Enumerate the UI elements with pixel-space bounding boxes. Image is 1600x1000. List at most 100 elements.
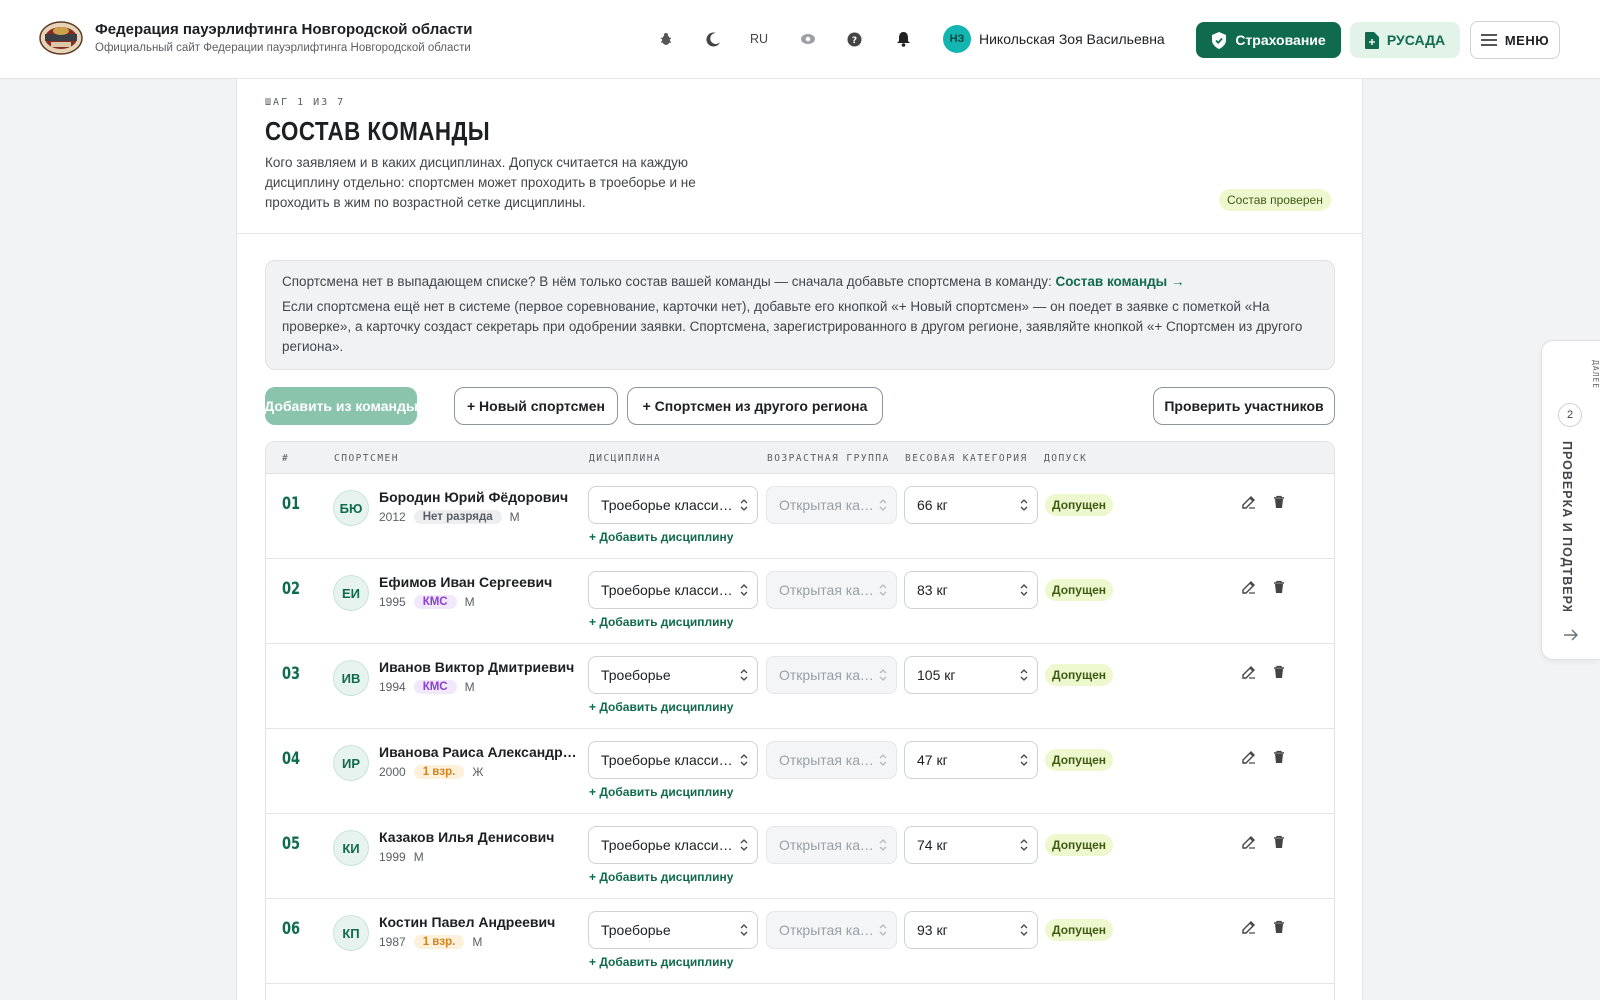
discipline-select[interactable]: Троеборье: [588, 656, 758, 694]
next-step-panel[interactable]: ДАЛЕЕ 2 ПРОВЕРКА И ПОДТВЕРЖДЕНИЕ: [1541, 340, 1600, 660]
bug-icon[interactable]: [655, 28, 677, 50]
help-icon[interactable]: ?: [843, 28, 865, 50]
trash-icon[interactable]: [1271, 494, 1287, 510]
add-discipline-link[interactable]: + Добавить дисциплину: [589, 700, 733, 714]
menu-label: МЕНЮ: [1504, 32, 1550, 48]
table-row: 02 ЕИ Ефимов Иван Сергеевич 1995 КМС М Троебор…: [266, 559, 1334, 644]
document-icon: [1364, 31, 1379, 49]
weight-category-select[interactable]: 83 кг: [904, 571, 1038, 609]
row-number: 04: [282, 749, 301, 769]
edit-icon[interactable]: [1241, 579, 1257, 595]
svg-text:?: ?: [851, 36, 856, 46]
select-chevron-icon: [1020, 669, 1028, 681]
bell-icon[interactable]: [892, 28, 914, 50]
admission-status-badge: Допущен: [1045, 494, 1113, 516]
weight-category-select[interactable]: 66 кг: [904, 486, 1038, 524]
row-number: 02: [282, 579, 301, 599]
add-discipline-link[interactable]: + Добавить дисциплину: [589, 870, 733, 884]
add-discipline-link[interactable]: + Добавить дисциплину: [589, 785, 733, 799]
athlete-birth-year: 1995: [379, 595, 406, 609]
add-from-team-button[interactable]: Добавить из команды: [264, 387, 418, 425]
discipline-value: Троеборье классическое: [601, 497, 733, 513]
discipline-select[interactable]: Троеборье классическое: [588, 826, 758, 864]
trash-icon[interactable]: [1271, 749, 1287, 765]
next-label: ДАЛЕЕ: [1591, 360, 1600, 390]
other-region-athlete-button[interactable]: + Спортсмен из другого региона: [627, 387, 883, 425]
next-step-label: ПРОВЕРКА И ПОДТВЕРЖДЕНИЕ: [1560, 441, 1574, 611]
col-athlete: СПОРТСМЕН: [334, 453, 399, 464]
select-chevron-icon: [879, 584, 887, 596]
check-participants-button[interactable]: Проверить участников: [1153, 387, 1335, 425]
discipline-select[interactable]: Троеборье: [588, 911, 758, 949]
select-chevron-icon: [879, 839, 887, 851]
col-age-group: ВОЗРАСТНАЯ ГРУППА: [767, 453, 890, 464]
info-line-2: Если спортсмена ещё нет в системе (перво…: [282, 299, 1303, 354]
discipline-value: Троеборье классическое: [601, 837, 733, 853]
trash-icon[interactable]: [1271, 664, 1287, 680]
weight-category-select[interactable]: 74 кг: [904, 826, 1038, 864]
age-group-value: Открытая категория: [779, 837, 879, 853]
team-composition-link[interactable]: Состав команды →: [1055, 274, 1184, 289]
discipline-select[interactable]: Троеборье классическое: [588, 486, 758, 524]
weight-category-select[interactable]: 105 кг: [904, 656, 1038, 694]
user-profile[interactable]: НЗ Никольская Зоя Васильевна: [943, 25, 1165, 53]
weight-category-select[interactable]: 93 кг: [904, 911, 1038, 949]
select-chevron-icon: [740, 754, 748, 766]
new-athlete-button[interactable]: + Новый спортсмен: [454, 387, 618, 425]
athlete-avatar: ИР: [333, 745, 369, 781]
athlete-sex: М: [464, 595, 475, 609]
federation-logo[interactable]: [39, 20, 83, 56]
select-chevron-icon: [879, 499, 887, 511]
athlete-sex: Ж: [472, 765, 484, 779]
weight-category-select[interactable]: 47 кг: [904, 741, 1038, 779]
trash-icon[interactable]: [1271, 834, 1287, 850]
insurance-button[interactable]: Страхование: [1196, 22, 1341, 58]
rusada-button[interactable]: РУСАДА: [1350, 22, 1460, 58]
athlete-avatar: КИ: [333, 830, 369, 866]
weight-value: 105 кг: [917, 667, 956, 683]
arrow-right-icon[interactable]: [1563, 628, 1579, 642]
discipline-select[interactable]: Троеборье классическое: [588, 741, 758, 779]
discipline-select[interactable]: Троеборье классическое: [588, 571, 758, 609]
age-group-select: Открытая категория: [766, 571, 897, 609]
select-chevron-icon: [1020, 754, 1028, 766]
admission-status-badge: Допущен: [1045, 664, 1113, 686]
edit-icon[interactable]: [1241, 749, 1257, 765]
trash-icon[interactable]: [1271, 579, 1287, 595]
select-chevron-icon: [740, 669, 748, 681]
athlete-sex: М: [509, 510, 520, 524]
add-discipline-link[interactable]: + Добавить дисциплину: [589, 615, 733, 629]
age-group-select: Открытая категория: [766, 656, 897, 694]
eye-icon[interactable]: [797, 28, 819, 50]
user-avatar: НЗ: [943, 25, 971, 53]
moon-icon[interactable]: [702, 28, 724, 50]
discipline-value: Троеборье классическое: [601, 752, 733, 768]
edit-icon[interactable]: [1241, 494, 1257, 510]
site-title[interactable]: Федерация пауэрлифтинга Новгородской обл…: [95, 21, 472, 38]
add-discipline-link[interactable]: + Добавить дисциплину: [589, 530, 733, 544]
team-composition-card: ШАГ 1 ИЗ 7 СОСТАВ КОМАНДЫ Кого заявляем …: [236, 79, 1363, 1000]
athlete-name: Иванова Раиса Александровна: [379, 744, 579, 760]
athlete-birth-year: 2012: [379, 510, 406, 524]
table-row: 06 КП Костин Павел Андреевич 1987 1 взр. М Тро…: [266, 899, 1334, 984]
col-discipline: ДИСЦИПЛИНА: [589, 453, 662, 464]
athlete-meta: 2012 Нет разряда М: [379, 510, 520, 524]
menu-button[interactable]: МЕНЮ: [1470, 21, 1560, 59]
athlete-name: Бородин Юрий Фёдорович: [379, 489, 569, 505]
edit-icon[interactable]: [1241, 664, 1257, 680]
athlete-rank: Нет разряда: [413, 510, 502, 524]
select-chevron-icon: [879, 924, 887, 936]
add-discipline-link[interactable]: + Добавить дисциплину: [589, 955, 733, 969]
edit-icon[interactable]: [1241, 834, 1257, 850]
trash-icon[interactable]: [1271, 919, 1287, 935]
athlete-birth-year: 1999: [379, 850, 406, 864]
age-group-value: Открытая категория: [779, 922, 879, 938]
edit-icon[interactable]: [1241, 919, 1257, 935]
site-subtitle: Официальный сайт Федерации пауэрлифтинга…: [95, 42, 471, 54]
participants-table: # СПОРТСМЕН ДИСЦИПЛИНА ВОЗРАСТНАЯ ГРУППА…: [265, 441, 1335, 1000]
athlete-avatar: БЮ: [333, 490, 369, 526]
athlete-birth-year: 2000: [379, 765, 406, 779]
athlete-avatar: ЕИ: [333, 575, 369, 611]
age-group-select: Открытая категория: [766, 486, 897, 524]
language-switch[interactable]: RU: [750, 32, 768, 46]
